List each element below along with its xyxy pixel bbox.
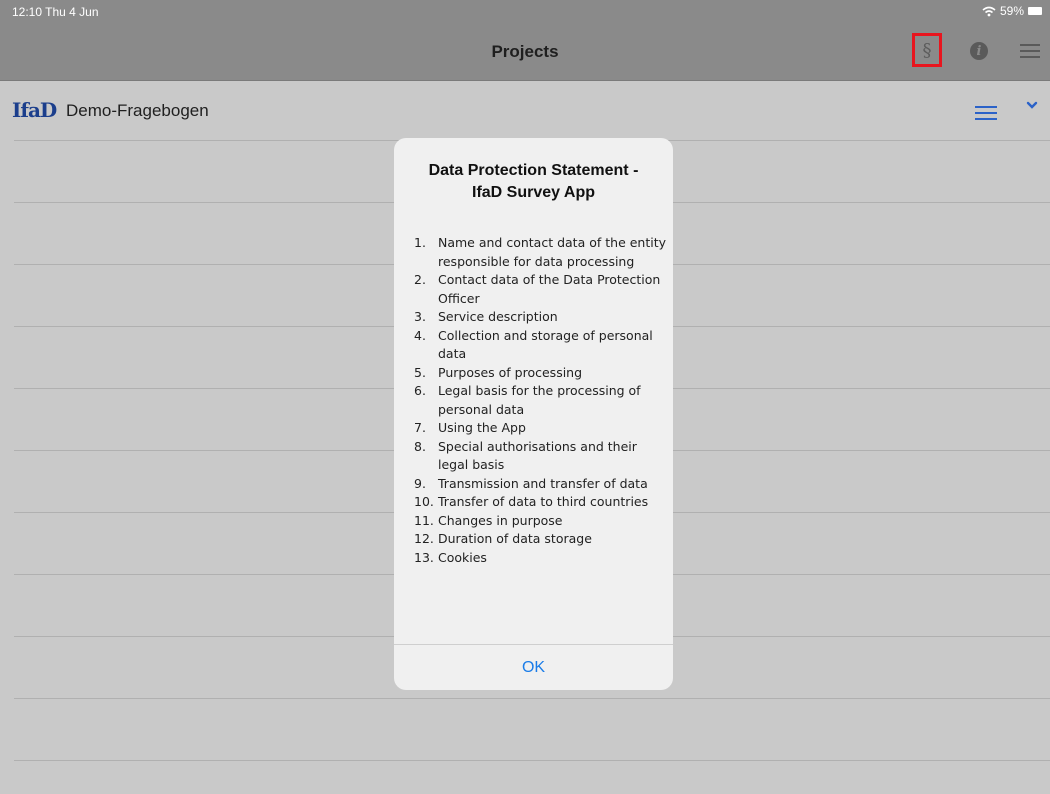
- navigation-bar: Projects § i: [0, 24, 1050, 81]
- toc-item-number: 8.: [414, 438, 426, 454]
- toc-item-number: 4.: [414, 327, 426, 343]
- toc-item-number: 6.: [414, 383, 426, 398]
- wifi-icon: [982, 6, 996, 16]
- toc-item-text: Changes in purpose: [438, 512, 563, 528]
- toc-item: 13. Cookies: [414, 549, 669, 568]
- chevron-down-icon[interactable]: [1026, 100, 1038, 110]
- toc-item-text: Using the App: [438, 420, 526, 435]
- toc-item-text: Service description: [438, 309, 558, 324]
- toc-item: 10. Transfer of data to third countries: [414, 493, 669, 512]
- toc-item-text: Collection and storage of personal data: [438, 327, 653, 362]
- toc-item-text: Special authorisations and their legal b…: [438, 438, 637, 473]
- project-row[interactable]: IfaD Demo-Fragebogen: [0, 82, 1050, 140]
- toc-item-text: Cookies: [438, 549, 487, 565]
- project-menu-icon[interactable]: [975, 102, 997, 124]
- toc-item: 12. Duration of data storage: [414, 530, 669, 549]
- dialog-title: Data Protection Statement - IfaD Survey …: [394, 160, 673, 204]
- data-protection-button[interactable]: §: [912, 33, 942, 67]
- toc-item-text: Purposes of processing: [438, 364, 583, 380]
- data-protection-dialog: Data Protection Statement - IfaD Survey …: [394, 138, 673, 690]
- toc-item-text: Duration of data storage: [438, 531, 592, 546]
- toc-item: 3. Service description: [414, 308, 669, 327]
- toc-item-number: 5.: [414, 364, 426, 380]
- toc-item-text: Transmission and transfer of data: [438, 475, 648, 491]
- status-right: 59%: [982, 4, 1042, 18]
- battery-icon: [1028, 7, 1042, 15]
- toc-item: 7. Using the App: [414, 419, 669, 438]
- status-bar: 12:10 Thu 4 Jun 59%: [0, 0, 1050, 24]
- toc-item-number: 10.: [414, 494, 434, 509]
- row-divider: [14, 760, 1050, 761]
- toc-item-text: Legal basis for the processing of person…: [438, 383, 641, 417]
- status-time: 12:10 Thu 4 Jun: [12, 5, 99, 19]
- toc-item-number: 1.: [414, 235, 426, 250]
- dialog-title-line: Data Protection Statement -: [428, 162, 639, 179]
- row-divider: [14, 698, 1050, 699]
- hamburger-menu-icon: [1020, 40, 1040, 62]
- page-title: Projects: [491, 42, 559, 61]
- toc-item-text: Name and contact data of the entity resp…: [438, 235, 667, 269]
- toc-item-number: 7.: [414, 420, 426, 435]
- toc-item: 11. Changes in purpose: [414, 512, 669, 531]
- toc-item-number: 2.: [414, 272, 426, 287]
- toc-item: 8. Special authorisations and their legal…: [414, 438, 669, 475]
- info-icon: i: [970, 42, 988, 60]
- toc-item-number: 12.: [414, 531, 434, 546]
- toc-item: 4. Collection and storage of personal dat…: [414, 327, 669, 364]
- toc-item-number: 9.: [414, 475, 426, 491]
- table-of-contents: 1. Name and contact data of the entity re…: [414, 234, 669, 567]
- ifad-logo: IfaD: [12, 98, 57, 122]
- ok-button[interactable]: OK: [394, 645, 673, 690]
- toc-item-number: 11.: [414, 512, 434, 528]
- toc-item: 1. Name and contact data of the entity re…: [414, 234, 669, 271]
- battery-percent: 59%: [999, 4, 1024, 18]
- toc-item-number: 3.: [414, 309, 426, 324]
- project-name: Demo-Fragebogen: [66, 101, 209, 120]
- toc-item: 5. Purposes of processing: [414, 364, 669, 383]
- toc-item-text: Contact data of the Data Protection Offi…: [438, 272, 661, 306]
- dialog-title-line: IfaD Survey App: [472, 184, 595, 201]
- toc-item: 9. Transmission and transfer of data: [414, 475, 669, 494]
- toc-item: 2. Contact data of the Data Protection Of…: [414, 271, 669, 308]
- toc-item-number: 13.: [414, 549, 434, 565]
- toc-item: 6. Legal basis for the processing of pers…: [414, 382, 669, 419]
- section-sign-icon: §: [922, 39, 932, 61]
- toc-item-text: Transfer of data to third countries: [438, 494, 649, 509]
- main-menu-button[interactable]: [1018, 32, 1042, 70]
- info-button[interactable]: i: [967, 32, 991, 70]
